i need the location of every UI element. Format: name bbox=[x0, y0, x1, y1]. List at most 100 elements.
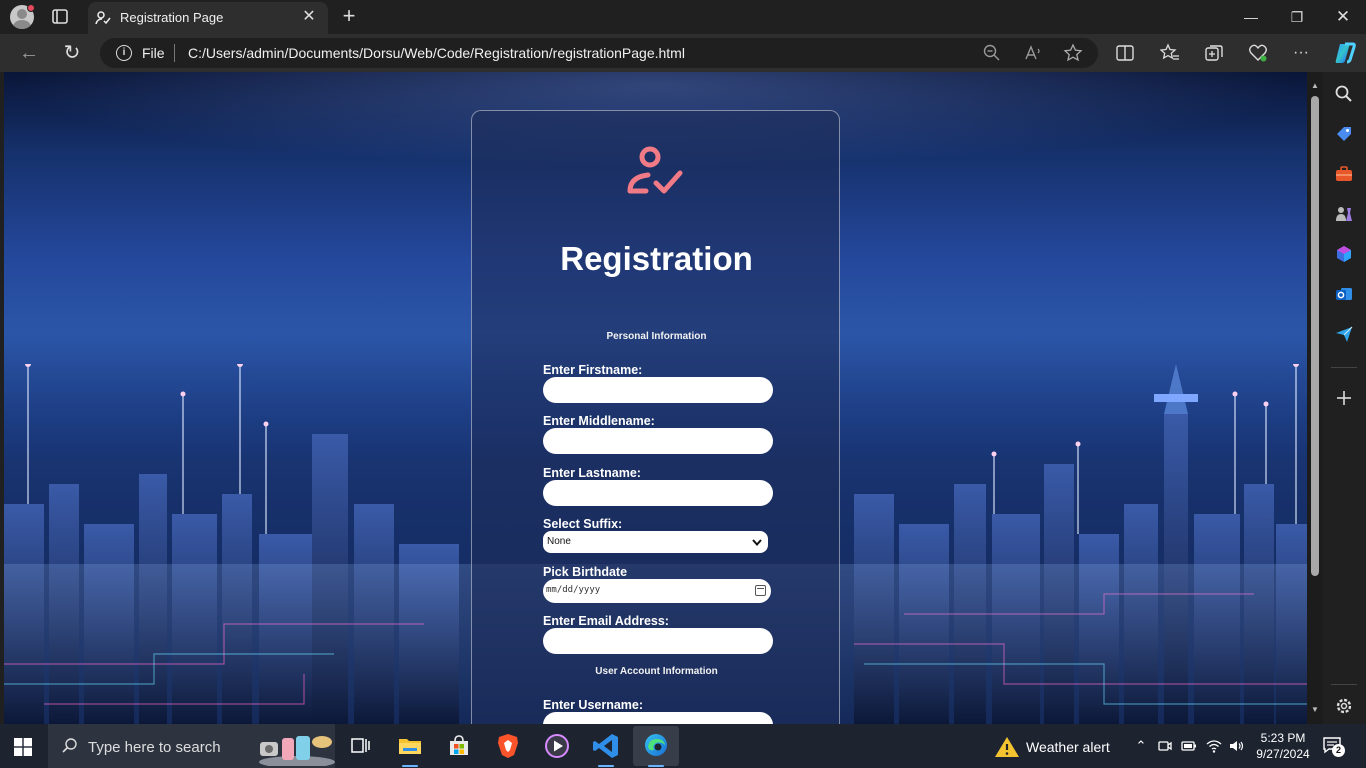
windows-start-icon[interactable] bbox=[14, 738, 32, 756]
edge-sidebar bbox=[1323, 72, 1366, 724]
suffix-label: Select Suffix: bbox=[543, 517, 623, 531]
email-input[interactable] bbox=[543, 628, 773, 654]
back-button[interactable]: ← bbox=[18, 42, 40, 64]
firstname-label: Enter Firstname: bbox=[543, 363, 643, 377]
clock-date: 9/27/2024 bbox=[1256, 747, 1310, 761]
username-input[interactable] bbox=[543, 712, 773, 724]
task-view-icon[interactable] bbox=[344, 730, 376, 762]
close-window-button[interactable]: ✕ bbox=[1320, 0, 1366, 34]
send-icon[interactable] bbox=[1334, 324, 1354, 344]
meet-now-icon[interactable] bbox=[1157, 738, 1173, 754]
search-icon[interactable] bbox=[1334, 84, 1354, 104]
address-separator bbox=[174, 44, 175, 62]
chevron-down-icon bbox=[752, 539, 762, 547]
vscode-logo-icon bbox=[593, 734, 618, 758]
firstname-input[interactable] bbox=[543, 377, 773, 403]
lastname-input[interactable] bbox=[543, 480, 773, 506]
account-info-heading: User Account Information bbox=[595, 666, 718, 677]
user-check-icon bbox=[95, 11, 111, 25]
vscode-icon[interactable] bbox=[590, 730, 622, 767]
address-bar[interactable]: i File C:/Users/admin/Documents/Dorsu/We… bbox=[100, 38, 1098, 68]
split-screen-icon[interactable] bbox=[1115, 43, 1135, 63]
warning-icon bbox=[995, 737, 1019, 757]
page-title: Registration bbox=[560, 240, 753, 277]
chevron-up-icon[interactable]: ⌃ bbox=[1133, 738, 1149, 754]
app-active-indicator bbox=[648, 765, 664, 767]
edge-taskbar-button[interactable] bbox=[633, 726, 679, 767]
read-aloud-icon[interactable] bbox=[1023, 43, 1043, 63]
edge-browser-icon bbox=[645, 734, 667, 756]
search-highlight-image bbox=[259, 736, 335, 766]
new-tab-button[interactable]: + bbox=[338, 5, 360, 27]
clock-time: 5:23 PM bbox=[1260, 731, 1306, 745]
notification-center-button[interactable]: 2 bbox=[1322, 736, 1345, 757]
volume-icon[interactable] bbox=[1228, 738, 1244, 754]
address-url[interactable]: C:/Users/admin/Documents/Dorsu/Web/Code/… bbox=[188, 45, 685, 61]
app-running-indicator bbox=[598, 765, 614, 767]
microsoft-365-icon[interactable] bbox=[1334, 244, 1354, 264]
zoom-out-icon[interactable] bbox=[982, 43, 1002, 63]
user-check-icon bbox=[627, 146, 683, 194]
favorites-icon[interactable] bbox=[1160, 43, 1180, 63]
birthdate-label: Pick Birthdate bbox=[543, 565, 628, 579]
games-icon[interactable] bbox=[1334, 204, 1354, 224]
sidebar-divider bbox=[1331, 367, 1357, 368]
profile-notification-dot bbox=[27, 4, 35, 12]
gear-icon[interactable] bbox=[1334, 696, 1354, 716]
notification-count-badge: 2 bbox=[1332, 744, 1345, 757]
battery-icon[interactable] bbox=[1181, 738, 1197, 754]
username-label: Enter Username: bbox=[543, 698, 644, 712]
birthdate-input[interactable]: mm/dd/yyyy bbox=[543, 579, 771, 603]
scroll-thumb[interactable] bbox=[1311, 96, 1319, 576]
windows-taskbar: Type here to search Weather alert ⌃ 5:23… bbox=[0, 724, 1366, 768]
brave-browser-icon[interactable] bbox=[492, 730, 524, 762]
page-viewport: Registration Personal Information Enter … bbox=[4, 72, 1307, 724]
minimize-button[interactable]: — bbox=[1228, 0, 1274, 34]
file-explorer-icon[interactable] bbox=[394, 730, 426, 767]
page-scrollbar[interactable]: ▲ ▼ bbox=[1307, 72, 1323, 724]
collections-icon[interactable] bbox=[1204, 43, 1224, 63]
browser-toolbar: ← ↻ i File C:/Users/admin/Documents/Dors… bbox=[0, 34, 1366, 72]
calendar-icon[interactable] bbox=[755, 585, 766, 596]
wifi-icon[interactable] bbox=[1206, 738, 1222, 754]
scroll-up-arrow[interactable]: ▲ bbox=[1311, 82, 1319, 90]
browser-essentials-icon[interactable] bbox=[1248, 43, 1268, 63]
lastname-label: Enter Lastname: bbox=[543, 466, 641, 480]
middlename-input[interactable] bbox=[543, 428, 773, 454]
weather-text: Weather alert bbox=[1026, 739, 1110, 755]
title-bar: Registration Page ✕ + — ❐ ✕ bbox=[0, 0, 1366, 34]
search-placeholder: Type here to search bbox=[88, 739, 221, 756]
refresh-button[interactable]: ↻ bbox=[61, 42, 83, 64]
app-running-indicator bbox=[402, 765, 418, 767]
settings-more-icon[interactable]: ··· bbox=[1291, 43, 1311, 63]
taskbar-clock[interactable]: 5:23 PM 9/27/2024 bbox=[1248, 730, 1318, 762]
address-scheme-label: File bbox=[142, 45, 165, 61]
birthdate-placeholder: mm/dd/yyyy bbox=[546, 585, 601, 595]
close-tab-icon[interactable]: ✕ bbox=[300, 8, 318, 26]
registration-card: Registration Personal Information Enter … bbox=[471, 110, 840, 724]
tab-actions-icon[interactable] bbox=[48, 6, 72, 28]
info-icon[interactable]: i bbox=[116, 45, 132, 61]
suffix-select-value: None bbox=[547, 536, 571, 547]
personal-info-heading: Personal Information bbox=[606, 331, 707, 342]
outlook-icon[interactable] bbox=[1334, 284, 1354, 304]
favorite-star-icon[interactable] bbox=[1063, 43, 1083, 63]
browser-tab[interactable]: Registration Page ✕ bbox=[88, 2, 328, 34]
restore-button[interactable]: ❐ bbox=[1274, 0, 1320, 34]
copilot-icon[interactable] bbox=[1333, 41, 1357, 65]
sidebar-divider-bottom bbox=[1331, 684, 1357, 685]
taskbar-search-box[interactable]: Type here to search bbox=[48, 724, 335, 768]
middlename-label: Enter Middlename: bbox=[543, 414, 655, 428]
tools-icon[interactable] bbox=[1334, 164, 1354, 184]
add-icon[interactable] bbox=[1334, 388, 1354, 408]
media-player-icon[interactable] bbox=[541, 730, 573, 762]
email-label: Enter Email Address: bbox=[543, 614, 669, 628]
scroll-down-arrow[interactable]: ▼ bbox=[1311, 706, 1319, 714]
suffix-select[interactable]: None bbox=[543, 531, 768, 553]
shopping-tag-icon[interactable] bbox=[1334, 124, 1354, 144]
weather-widget[interactable]: Weather alert bbox=[994, 735, 1124, 759]
folder-icon bbox=[399, 739, 421, 754]
tab-title: Registration Page bbox=[120, 10, 224, 25]
microsoft-store-icon[interactable] bbox=[443, 730, 475, 762]
search-icon bbox=[62, 738, 77, 753]
